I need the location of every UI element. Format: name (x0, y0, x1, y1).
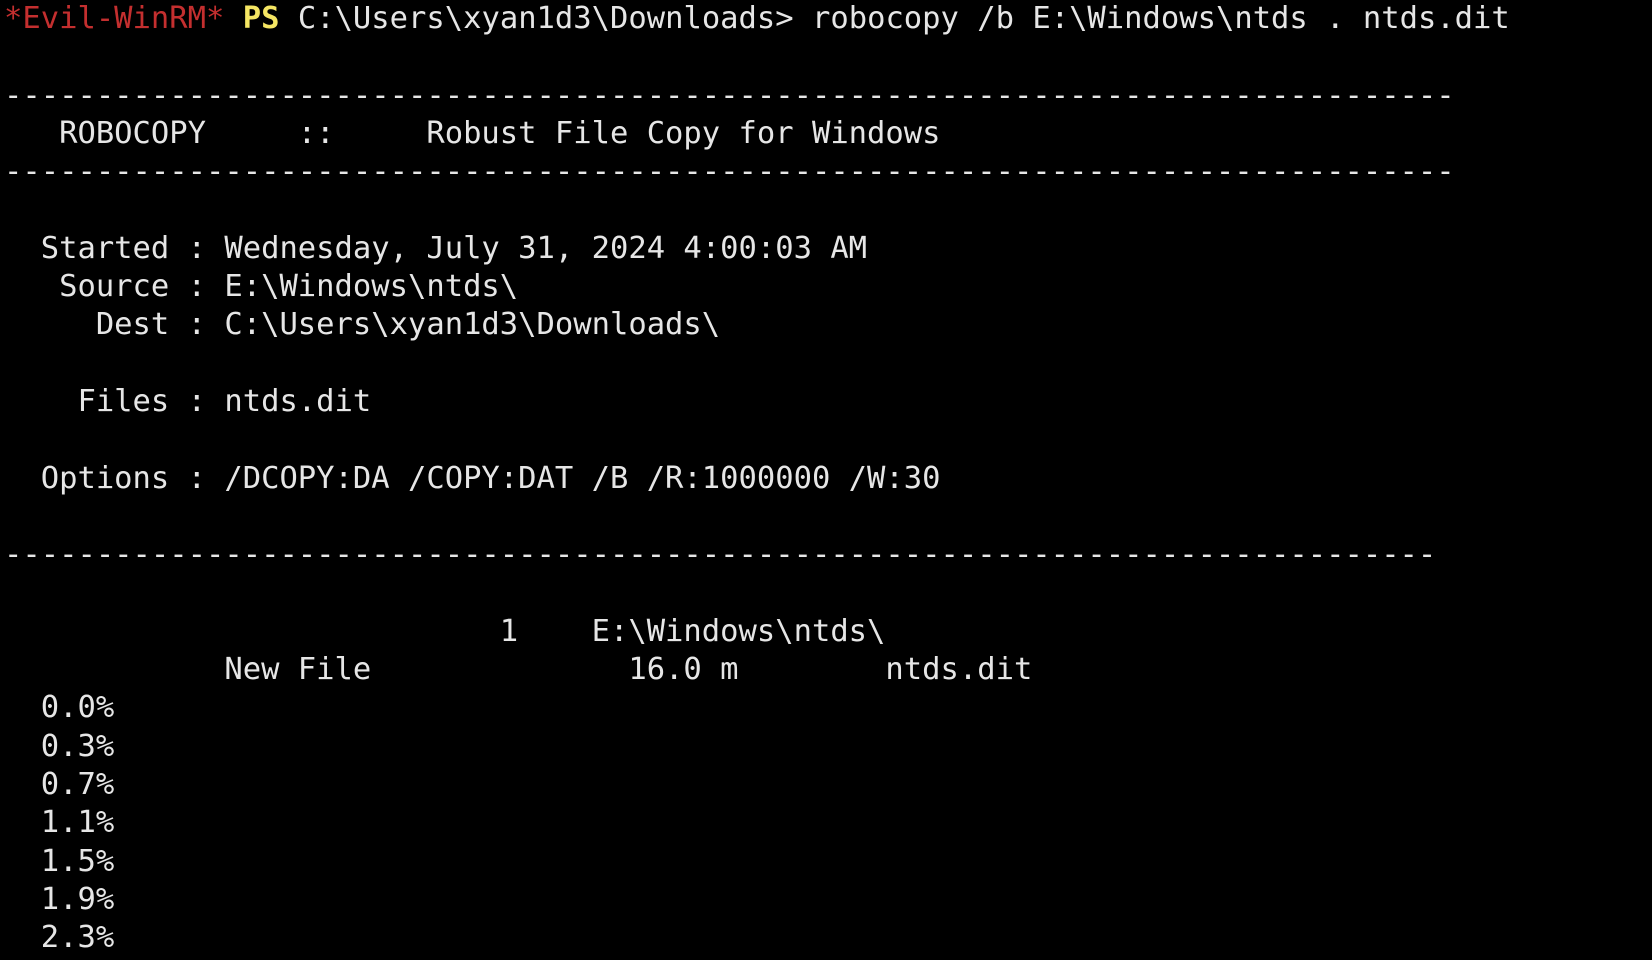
output-line: Files : ntds.dit (4, 383, 372, 419)
output-line: ----------------------------------------… (4, 77, 1455, 113)
command-text: C:\Users\xyan1d3\Downloads> robocopy /b … (297, 1, 1510, 36)
output-line: ROBOCOPY :: Robust File Copy for Windows (4, 115, 941, 151)
output-line: Options : /DCOPY:DA /COPY:DAT /B /R:1000… (4, 460, 941, 496)
shell-name: *Evil-WinRM* (4, 1, 225, 36)
ps-label: PS (242, 1, 280, 36)
output-line: Source : E:\Windows\ntds\ (4, 269, 519, 305)
output-line: 1.5% (4, 843, 115, 879)
command-output: ----------------------------------------… (4, 38, 1652, 957)
output-line: ----------------------------------------… (4, 537, 1437, 573)
output-line: ----------------------------------------… (4, 154, 1455, 190)
output-line: Started : Wednesday, July 31, 2024 4:00:… (4, 230, 868, 266)
output-line: 0.7% (4, 766, 115, 802)
output-line: Dest : C:\Users\xyan1d3\Downloads\ (4, 307, 721, 343)
output-line: 0.3% (4, 728, 115, 764)
output-line: 1 E:\Windows\ntds\ (4, 613, 886, 649)
terminal-window[interactable]: *Evil-WinRM* PS C:\Users\xyan1d3\Downloa… (0, 0, 1652, 960)
output-line: 2.3% (4, 920, 115, 956)
output-line: New File 16.0 m ntds.dit (4, 652, 1033, 688)
prompt-line: *Evil-WinRM* PS C:\Users\xyan1d3\Downloa… (4, 0, 1652, 38)
output-line: 0.0% (4, 690, 115, 726)
output-line: 1.9% (4, 881, 115, 917)
output-line: 1.1% (4, 805, 115, 841)
